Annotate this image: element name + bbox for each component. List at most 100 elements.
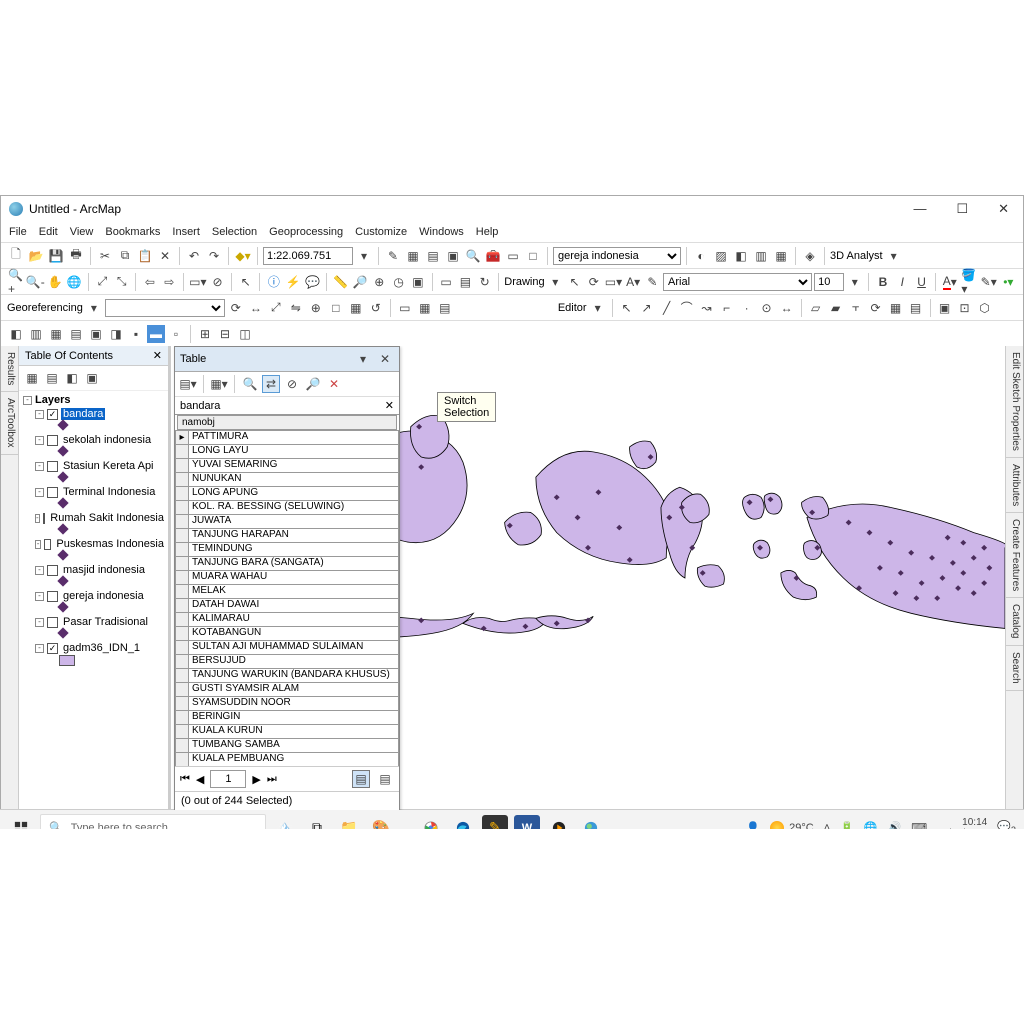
t4-10-icon[interactable]: ⊞	[196, 325, 214, 343]
text-icon[interactable]: A▾	[624, 273, 641, 291]
refresh-icon[interactable]: ↻	[476, 273, 493, 291]
layer-checkbox[interactable]	[47, 643, 58, 654]
t4-12-icon[interactable]: ◫	[236, 325, 254, 343]
layer-label[interactable]: gereja indonesia	[61, 590, 146, 602]
table-row[interactable]: SULTAN AJI MUHAMMAD SULAIMAN	[175, 641, 399, 655]
python-icon[interactable]: ▭	[504, 247, 522, 265]
table-row[interactable]: DATAH DAWAI	[175, 599, 399, 613]
new-icon[interactable]: 🗋	[7, 247, 25, 265]
layer-checkbox[interactable]	[47, 461, 58, 472]
xy-icon[interactable]: ⊕	[371, 273, 388, 291]
table-column-header[interactable]: namobj	[177, 415, 397, 430]
layer-label[interactable]: Puskesmas Indonesia	[54, 538, 166, 550]
show-selected-icon[interactable]: ▤	[376, 770, 394, 788]
table-row[interactable]: TEMINDUNG	[175, 543, 399, 557]
show-all-icon[interactable]: ▤	[352, 770, 370, 788]
clear-selection-icon[interactable]: ⊘	[209, 273, 226, 291]
toc-layer[interactable]: -Rumah Sakit Indonesia	[21, 511, 166, 525]
toc-layer[interactable]: -sekolah indonesia	[21, 433, 166, 447]
table-row[interactable]: LONG LAYU	[175, 445, 399, 459]
editor-toolbar-icon[interactable]: ✎	[384, 247, 402, 265]
table-row[interactable]: TANJUNG WARUKIN (BANDARA KHUSUS)	[175, 669, 399, 683]
toc-root-label[interactable]: Layers	[35, 394, 70, 406]
layer-expander[interactable]: -	[35, 618, 44, 627]
create-features-tab[interactable]: Create Features	[1006, 513, 1023, 598]
copy-icon[interactable]: ⧉	[116, 247, 134, 265]
auto-adjust-icon[interactable]: □	[327, 299, 345, 317]
edit-annotation-icon[interactable]: ↗	[638, 299, 656, 317]
zoom-in-icon[interactable]: 🔍+	[7, 273, 24, 291]
search-icon[interactable]: 🔍	[464, 247, 482, 265]
model-icon[interactable]: □	[524, 247, 542, 265]
toolbox-icon[interactable]: 🧰	[484, 247, 502, 265]
table-row[interactable]: KUALA KURUN	[175, 725, 399, 739]
layer-expander[interactable]: -	[35, 592, 44, 601]
edit-vertices-icon[interactable]: ✎	[644, 273, 661, 291]
t4-1-icon[interactable]: ◧	[7, 325, 25, 343]
table-row[interactable]: NUNUKAN	[175, 473, 399, 487]
table-row[interactable]: KOL. RA. BESSING (SELUWING)	[175, 501, 399, 515]
network-icon[interactable]: ◈	[801, 247, 819, 265]
table-row[interactable]: KUALA PEMBUANG	[175, 753, 399, 766]
line-color-button[interactable]: ✎▾	[980, 273, 998, 291]
menu-help[interactable]: Help	[476, 226, 499, 238]
fwd-extent-icon[interactable]: ⇨	[161, 273, 178, 291]
table-dock-icon[interactable]: ▾	[354, 350, 372, 368]
nav-first-icon[interactable]: ⏮	[180, 773, 190, 786]
marker-color-button[interactable]: •▾	[1000, 273, 1017, 291]
time-slider-icon[interactable]: ◷	[390, 273, 407, 291]
maximize-button[interactable]: ☐	[950, 199, 974, 219]
analyst-dropdown-icon[interactable]: ▾	[885, 247, 903, 265]
zoom-selected-icon[interactable]: 🔎	[304, 375, 322, 393]
layer-expander[interactable]: -	[35, 514, 40, 523]
fixed-zoom-out-icon[interactable]: ⤡	[113, 273, 130, 291]
minimize-button[interactable]: —	[907, 199, 932, 219]
layer-checkbox[interactable]	[47, 617, 58, 628]
table-row[interactable]: MELAK	[175, 585, 399, 599]
georef-dropdown-icon[interactable]: ▾	[85, 299, 103, 317]
t4-5-icon[interactable]: ▣	[87, 325, 105, 343]
table-row[interactable]: TUMBANG SAMBA	[175, 739, 399, 753]
layer-label[interactable]: sekolah indonesia	[61, 434, 153, 446]
analyst-label[interactable]: 3D Analyst	[830, 250, 883, 262]
table-row[interactable]: LONG APUNG	[175, 487, 399, 501]
print-icon[interactable]: 🖶	[67, 247, 85, 265]
fixed-zoom-in-icon[interactable]: ⤢	[94, 273, 111, 291]
switch-selection-icon[interactable]: ⇄	[262, 375, 280, 393]
midpoint-icon[interactable]: ·	[738, 299, 756, 317]
attributes-icon[interactable]: ▦	[887, 299, 905, 317]
sketch-properties-tab[interactable]: Edit Sketch Properties	[1006, 346, 1023, 458]
rotate-feature-icon[interactable]: ⟳	[867, 299, 885, 317]
distance-icon[interactable]: ↔	[778, 299, 796, 317]
nav-next-icon[interactable]: ▶	[252, 773, 260, 786]
table-icon[interactable]: ▦	[404, 247, 422, 265]
drawing-label[interactable]: Drawing	[504, 276, 544, 288]
font-select[interactable]: Arial	[663, 273, 812, 291]
georef-scale-icon[interactable]: ⤢	[267, 299, 285, 317]
georef-shift-icon[interactable]: ↔	[247, 299, 265, 317]
layer-label[interactable]: gadm36_IDN_1	[61, 642, 142, 654]
georef-label[interactable]: Georeferencing	[7, 302, 83, 314]
menu-windows[interactable]: Windows	[419, 226, 464, 238]
cut-icon[interactable]: ✂	[96, 247, 114, 265]
data-view-icon[interactable]: ▭	[437, 273, 454, 291]
sketch-props-icon[interactable]: ▤	[907, 299, 925, 317]
table-row[interactable]: KALIMARAU	[175, 613, 399, 627]
t4-3-icon[interactable]: ▦	[47, 325, 65, 343]
html-popup-icon[interactable]: 💬	[304, 273, 321, 291]
topology-icon[interactable]: ⬡	[976, 299, 994, 317]
layer-checkbox[interactable]	[47, 487, 58, 498]
labels-icon[interactable]: ▦	[772, 247, 790, 265]
layer-select[interactable]: gereja indonesia	[553, 247, 681, 265]
end-point-icon[interactable]: ⊙	[758, 299, 776, 317]
results-tab[interactable]: Results	[1, 346, 18, 392]
split-icon[interactable]: ⫟	[847, 299, 865, 317]
clear-selection2-icon[interactable]: ⊘	[283, 375, 301, 393]
table-row[interactable]: BERINGIN	[175, 711, 399, 725]
layer-expander[interactable]: -	[35, 462, 44, 471]
viewer-link-icon[interactable]: ▭	[396, 299, 414, 317]
layer-checkbox[interactable]	[47, 591, 58, 602]
full-extent-icon[interactable]: 🌐	[66, 273, 83, 291]
menu-customize[interactable]: Customize	[355, 226, 407, 238]
toc-layer[interactable]: - gereja indonesia	[21, 589, 166, 603]
